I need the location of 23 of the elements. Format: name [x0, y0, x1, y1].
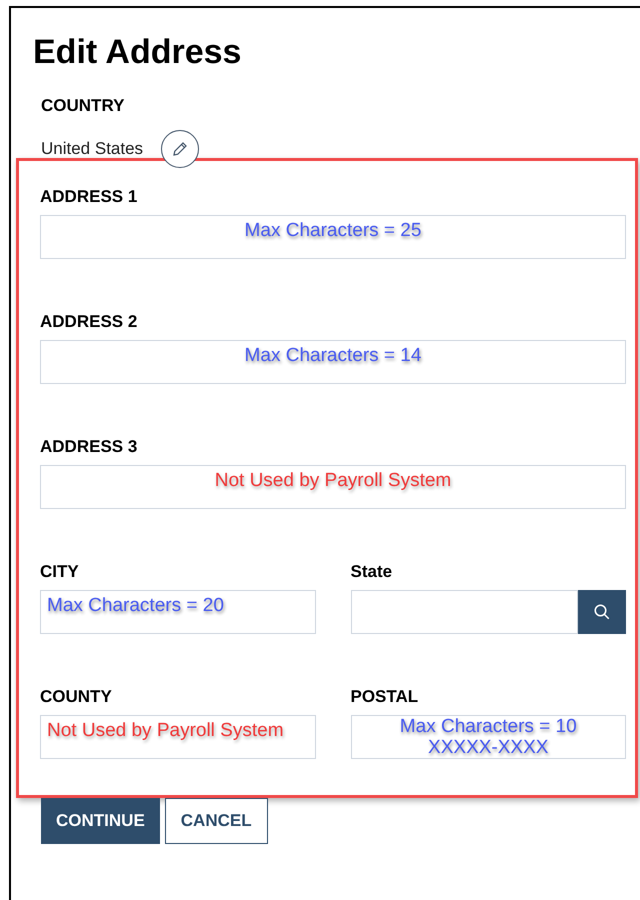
cancel-button[interactable]: CANCEL [164, 798, 268, 844]
field-label: ADDRESS 3 [40, 437, 138, 457]
pencil-icon [171, 140, 190, 158]
input-field[interactable]: Max Characters = 20 [40, 590, 316, 634]
input-field[interactable]: Max Characters = 14 [40, 340, 626, 384]
input-field[interactable]: Max Characters = 10 XXXXX-XXXX [350, 715, 626, 759]
field-label: CITY [40, 562, 80, 582]
input-field[interactable]: Not Used by Payroll System [40, 465, 626, 509]
input-field[interactable]: Not Used by Payroll System [40, 715, 316, 759]
field-label: COUNTY [40, 687, 113, 707]
field-label: POSTAL [350, 687, 420, 707]
field-label: State [350, 562, 394, 582]
field-label: ADDRESS 2 [40, 312, 138, 332]
page-title: Edit Address [33, 32, 242, 72]
input-field[interactable]: Max Characters = 25 [40, 215, 626, 259]
country-value: United States [41, 138, 144, 160]
field-label: COUNTRY [41, 96, 126, 116]
edit-button[interactable] [161, 130, 200, 168]
search-icon [593, 603, 611, 621]
input-field[interactable] [350, 590, 578, 634]
search-button[interactable] [578, 590, 626, 634]
field-label: ADDRESS 1 [40, 187, 138, 207]
continue-button[interactable]: CONTINUE [41, 798, 160, 844]
